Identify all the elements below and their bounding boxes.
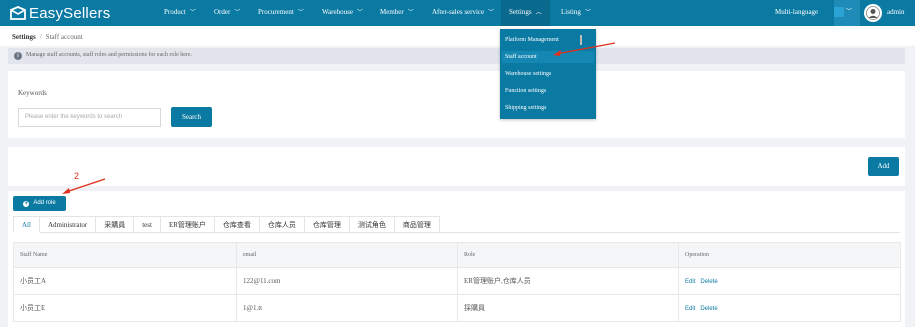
- table-header-row: Staff Name email Role Operation: [13, 242, 901, 268]
- breadcrumb: Settings / Staff account: [12, 33, 83, 41]
- info-banner: i Manage staff accounts, staff roles and…: [8, 48, 905, 64]
- role-tab[interactable]: Administrator: [39, 216, 97, 233]
- info-icon: i: [14, 52, 22, 60]
- nav-label: Member: [380, 8, 404, 16]
- nav-label: Product: [164, 8, 186, 16]
- search-button[interactable]: Search: [171, 107, 212, 127]
- dropdown-scrollbar[interactable]: [580, 35, 582, 45]
- chevron-down-icon: ﹀: [846, 9, 853, 15]
- nav-label: Warehouse: [322, 8, 353, 16]
- edit-link[interactable]: Edit: [685, 279, 695, 285]
- nav-procurement[interactable]: Procurement ﹀: [258, 0, 304, 26]
- role-tab[interactable]: 商品管理: [394, 216, 440, 233]
- role-tab[interactable]: All: [13, 216, 40, 233]
- nav-label: Procurement: [258, 8, 294, 16]
- add-panel: Add: [8, 147, 905, 186]
- column-header: Role: [457, 242, 679, 268]
- nav-order[interactable]: Order ﹀: [214, 0, 240, 26]
- role-tab[interactable]: 仓库管理: [304, 216, 350, 233]
- nav-warehouse[interactable]: Warehouse ﹀: [322, 0, 363, 26]
- chevron-down-icon: ﹀: [488, 10, 495, 16]
- delete-link[interactable]: Delete: [700, 306, 717, 312]
- role-tab[interactable]: test: [134, 216, 161, 233]
- cell-role: ER管理账户,仓库人员: [457, 267, 679, 295]
- breadcrumb-separator: /: [39, 33, 42, 41]
- staff-table: Staff Name email Role Operation 小员工A 122@…: [13, 242, 901, 322]
- app-logo[interactable]: EasySellers: [10, 4, 110, 22]
- menu-item-staff-account[interactable]: Staff account: [502, 51, 594, 63]
- user-name[interactable]: admin: [887, 8, 905, 16]
- chevron-down-icon: ﹀: [584, 10, 591, 16]
- role-tab[interactable]: 测试角色: [349, 216, 395, 233]
- avatar[interactable]: [864, 4, 882, 22]
- cell-operation: Edit Delete: [678, 294, 901, 322]
- menu-item-warehouse-settings[interactable]: Warehouse settings: [505, 68, 551, 80]
- add-role-button[interactable]: + Add role: [13, 196, 66, 211]
- menu-item-function-settings[interactable]: Function settings: [505, 85, 546, 97]
- cell-operation: Edit Delete: [678, 267, 901, 295]
- role-tab[interactable]: 仓库查看: [214, 216, 260, 233]
- keywords-label: Keywords: [18, 89, 47, 97]
- edit-link[interactable]: Edit: [685, 306, 695, 312]
- cell-name: 小员工E: [13, 294, 237, 322]
- nav-after-sales-service[interactable]: After-sales service ﹀: [432, 0, 494, 26]
- chevron-down-icon: ﹀: [297, 10, 304, 16]
- table-row: 小员工A 122@11.com ER管理账户,仓库人员 Edit Delete: [13, 267, 901, 295]
- search-panel: Keywords Please enter the keywords to se…: [8, 71, 905, 138]
- nav-label: Order: [214, 8, 231, 16]
- info-text: Manage staff accounts, staff roles and p…: [26, 52, 193, 58]
- nav-label: After-sales service: [432, 8, 485, 16]
- role-tab[interactable]: 采購員: [96, 216, 135, 233]
- breadcrumb-current: Staff account: [45, 33, 83, 41]
- add-role-label: Add role: [33, 200, 56, 206]
- chevron-up-icon: ︿: [535, 10, 542, 16]
- menu-item-platform-management[interactable]: Platform Management: [505, 34, 559, 46]
- breadcrumb-root[interactable]: Settings: [12, 33, 36, 41]
- role-panel: + Add role All Administrator 采購員 test ER管理账户…: [8, 191, 905, 327]
- menu-item-shipping-settings[interactable]: Shipping settings: [505, 102, 547, 114]
- breadcrumb-bar: Settings / Staff account: [0, 26, 915, 46]
- flag-icon: [834, 7, 844, 17]
- chevron-down-icon: ﹀: [407, 10, 414, 16]
- top-navbar: EasySellers Product ﹀ Order ﹀ Procurement ﹀ Wa…: [0, 0, 915, 26]
- chevron-down-icon: ﹀: [356, 10, 363, 16]
- nav-label: Listing: [561, 8, 581, 16]
- role-tab[interactable]: 仓库人员: [259, 216, 305, 233]
- plus-icon: +: [23, 200, 30, 207]
- cell-email: 122@11.com: [236, 267, 458, 295]
- logo-icon: [10, 6, 26, 20]
- delete-link[interactable]: Delete: [700, 279, 717, 285]
- nav-settings[interactable]: Settings ︿: [501, 0, 550, 26]
- nav-label: Settings: [509, 8, 532, 16]
- cell-name: 小员工A: [13, 267, 237, 295]
- nav-listing[interactable]: Listing ﹀: [561, 0, 591, 26]
- role-tabs: All Administrator 采購員 test ER管理账户 仓库查看 仓库人员 仓库管…: [13, 216, 440, 233]
- nav-member[interactable]: Member ﹀: [380, 0, 414, 26]
- language-selector[interactable]: ﹀: [834, 0, 860, 26]
- column-header: Operation: [678, 242, 901, 268]
- add-button[interactable]: Add: [868, 157, 899, 176]
- chevron-down-icon: ﹀: [189, 10, 196, 16]
- table-row: 小员工E 1@1.tt 採購員 Edit Delete: [13, 294, 901, 322]
- annotation-number: 2: [74, 171, 80, 181]
- chevron-down-icon: ﹀: [234, 10, 241, 16]
- cell-email: 1@1.tt: [236, 294, 458, 322]
- column-header: email: [236, 242, 458, 268]
- column-header: Staff Name: [13, 242, 237, 268]
- cell-role: 採購員: [457, 294, 679, 322]
- role-tab[interactable]: ER管理账户: [160, 216, 215, 233]
- nav-product[interactable]: Product ﹀: [164, 0, 196, 26]
- search-input[interactable]: Please enter the keywords to search: [18, 108, 161, 127]
- multi-language-menu[interactable]: Multi-language: [775, 0, 818, 26]
- user-avatar-icon: [866, 6, 880, 20]
- app-title: EasySellers: [29, 4, 111, 22]
